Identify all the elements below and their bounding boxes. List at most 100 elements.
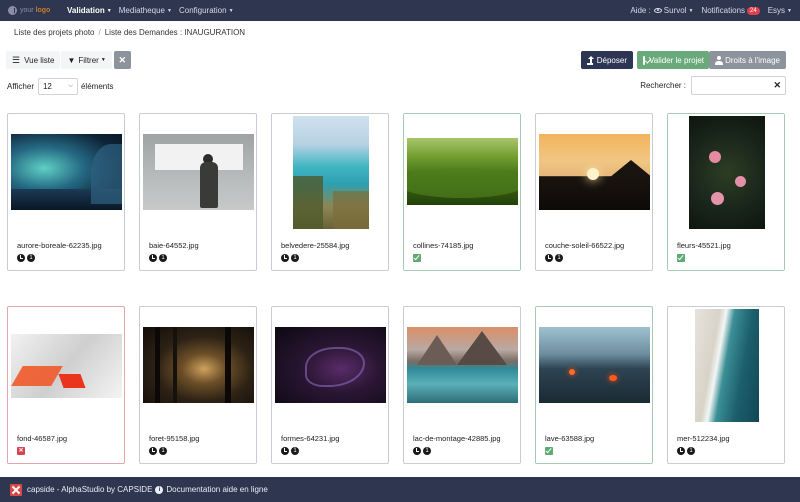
clock-icon — [149, 253, 157, 262]
image-filename: fleurs-45521.jpg — [677, 241, 731, 250]
image-card[interactable]: mer-512234.jpg 1 — [667, 306, 785, 464]
comment-count-badge: 1 — [687, 446, 695, 455]
list-view-button[interactable]: ☰ Vue liste — [6, 51, 61, 69]
image-thumbnail[interactable] — [143, 134, 254, 210]
capside-logo-icon — [10, 483, 22, 496]
image-card[interactable]: aurore-boreale-62235.jpg 1 — [7, 113, 125, 271]
clock-icon — [545, 253, 553, 262]
notifications-menu[interactable]: Notifications 24 — [701, 6, 760, 15]
breadcrumb-current: Liste des Demandes : INAUGURATION — [104, 28, 246, 37]
image-card[interactable]: lac-de-montage-42885.jpg 1 — [403, 306, 521, 464]
logo-text-brand: logo — [35, 7, 51, 14]
filter-button[interactable]: ▼ Filtrer ▼ — [61, 51, 112, 69]
pending-status: 1 — [281, 253, 299, 262]
image-card[interactable]: couche-soleil-66522.jpg 1 — [535, 113, 653, 271]
image-thumbnail[interactable] — [293, 116, 369, 229]
pending-status: 1 — [677, 446, 695, 455]
check-square-icon — [545, 446, 553, 455]
image-thumbnail[interactable] — [275, 327, 386, 403]
show-label: Afficher — [7, 81, 34, 91]
page-size-select[interactable]: 12 ⌵ — [37, 77, 78, 95]
image-filename: foret-95158.jpg — [149, 434, 200, 443]
validated-status — [413, 253, 421, 262]
image-thumbnail[interactable] — [11, 334, 122, 398]
image-filename: fond-46587.jpg — [17, 434, 68, 443]
clock-icon — [281, 253, 289, 262]
image-card[interactable]: collines-74185.jpg — [403, 113, 521, 271]
image-filename: mer-512234.jpg — [677, 434, 730, 443]
image-filename: couche-soleil-66522.jpg — [545, 241, 625, 250]
search-input[interactable]: ✕ — [691, 76, 786, 95]
brand-logo[interactable]: your logo — [8, 6, 60, 15]
image-card[interactable]: lave-63588.jpg — [535, 306, 653, 464]
comment-count-badge: 1 — [159, 253, 167, 262]
caret-down-icon: ▼ — [688, 7, 694, 14]
image-card[interactable]: foret-95158.jpg 1 — [139, 306, 257, 464]
image-thumbnail[interactable] — [407, 327, 518, 403]
pending-status: 1 — [149, 446, 167, 455]
eye-icon — [653, 8, 662, 13]
caret-down-icon: ▼ — [100, 57, 106, 63]
menu-validation[interactable]: Validation ▼ — [67, 6, 112, 15]
image-rights-button[interactable]: Droits à l'image — [709, 51, 786, 69]
image-thumbnail[interactable] — [539, 134, 650, 210]
filter-icon: ▼ — [67, 55, 76, 65]
list-icon: ☰ — [12, 54, 21, 65]
deposit-button[interactable]: Déposer — [581, 51, 633, 69]
clock-icon — [413, 446, 421, 455]
image-thumbnail[interactable] — [11, 134, 122, 210]
image-card[interactable]: belvedere-25584.jpg 1 — [271, 113, 389, 271]
clear-filter-button[interactable]: ✕ — [113, 51, 131, 69]
image-filename: collines-74185.jpg — [413, 241, 474, 250]
image-card[interactable]: baie-64552.jpg 1 — [139, 113, 257, 271]
image-filename: formes-64231.jpg — [281, 434, 340, 443]
survol-label: Survol — [663, 6, 687, 15]
clock-icon — [17, 253, 25, 262]
menu-mediatheque[interactable]: Mediatheque ▼ — [119, 6, 172, 15]
image-thumbnail[interactable] — [695, 309, 759, 422]
caret-down-icon: ▼ — [787, 7, 792, 14]
clear-search-icon[interactable]: ✕ — [773, 80, 781, 91]
comment-count-badge: 1 — [291, 446, 299, 455]
image-filename: lave-63588.jpg — [545, 434, 595, 443]
caret-down-icon: ▼ — [228, 7, 234, 14]
image-filename: aurore-boreale-62235.jpg — [17, 241, 102, 250]
validate-project-button[interactable]: Valider le projet — [637, 51, 709, 69]
image-thumbnail[interactable] — [143, 327, 254, 403]
image-thumbnail[interactable] — [407, 138, 518, 205]
clock-icon — [281, 446, 289, 455]
search-control: Rechercher : ✕ — [640, 76, 786, 95]
check-square-icon — [643, 55, 645, 65]
pending-status: 1 — [149, 253, 167, 262]
image-card[interactable]: fleurs-45521.jpg — [667, 113, 785, 271]
action-toolbar: Déposer Valider le projet Droits à l'ima… — [581, 51, 786, 69]
pending-status: 1 — [545, 253, 563, 262]
documentation-link[interactable]: Documentation aide en ligne — [166, 485, 267, 494]
footer: capside - AlphaStudio by CAPSIDE i Docum… — [0, 477, 800, 502]
help-survol-menu[interactable]: Aide : Survol ▼ — [630, 6, 693, 15]
x-square-icon: ✕ — [17, 446, 25, 455]
user-menu[interactable]: Esys ▼ — [768, 6, 792, 15]
image-card[interactable]: formes-64231.jpg 1 — [271, 306, 389, 464]
page-size-control: Afficher 12 ⌵ éléments — [7, 77, 113, 95]
breadcrumb-projects-link[interactable]: Liste des projets photo — [14, 28, 95, 37]
menu-configuration[interactable]: Configuration ▼ — [179, 6, 234, 15]
pending-status: 1 — [413, 446, 431, 455]
image-filename: lac-de-montage-42885.jpg — [413, 434, 501, 443]
comment-count-badge: 1 — [159, 446, 167, 455]
comment-count-badge: 1 — [291, 253, 299, 262]
clock-icon — [149, 446, 157, 455]
pending-status: 1 — [17, 253, 35, 262]
validated-status — [677, 253, 685, 262]
clock-icon — [677, 446, 685, 455]
image-thumbnail[interactable] — [689, 116, 765, 229]
validated-status — [545, 446, 553, 455]
user-icon — [715, 55, 724, 65]
image-card[interactable]: fond-46587.jpg ✕ — [7, 306, 125, 464]
top-navbar: your logo Validation ▼ Mediatheque ▼ Confi… — [0, 0, 800, 21]
image-thumbnail[interactable] — [539, 327, 650, 403]
pending-status: 1 — [281, 446, 299, 455]
rejected-status: ✕ — [17, 446, 25, 455]
caret-down-icon: ▼ — [167, 7, 172, 14]
image-filename: baie-64552.jpg — [149, 241, 199, 250]
